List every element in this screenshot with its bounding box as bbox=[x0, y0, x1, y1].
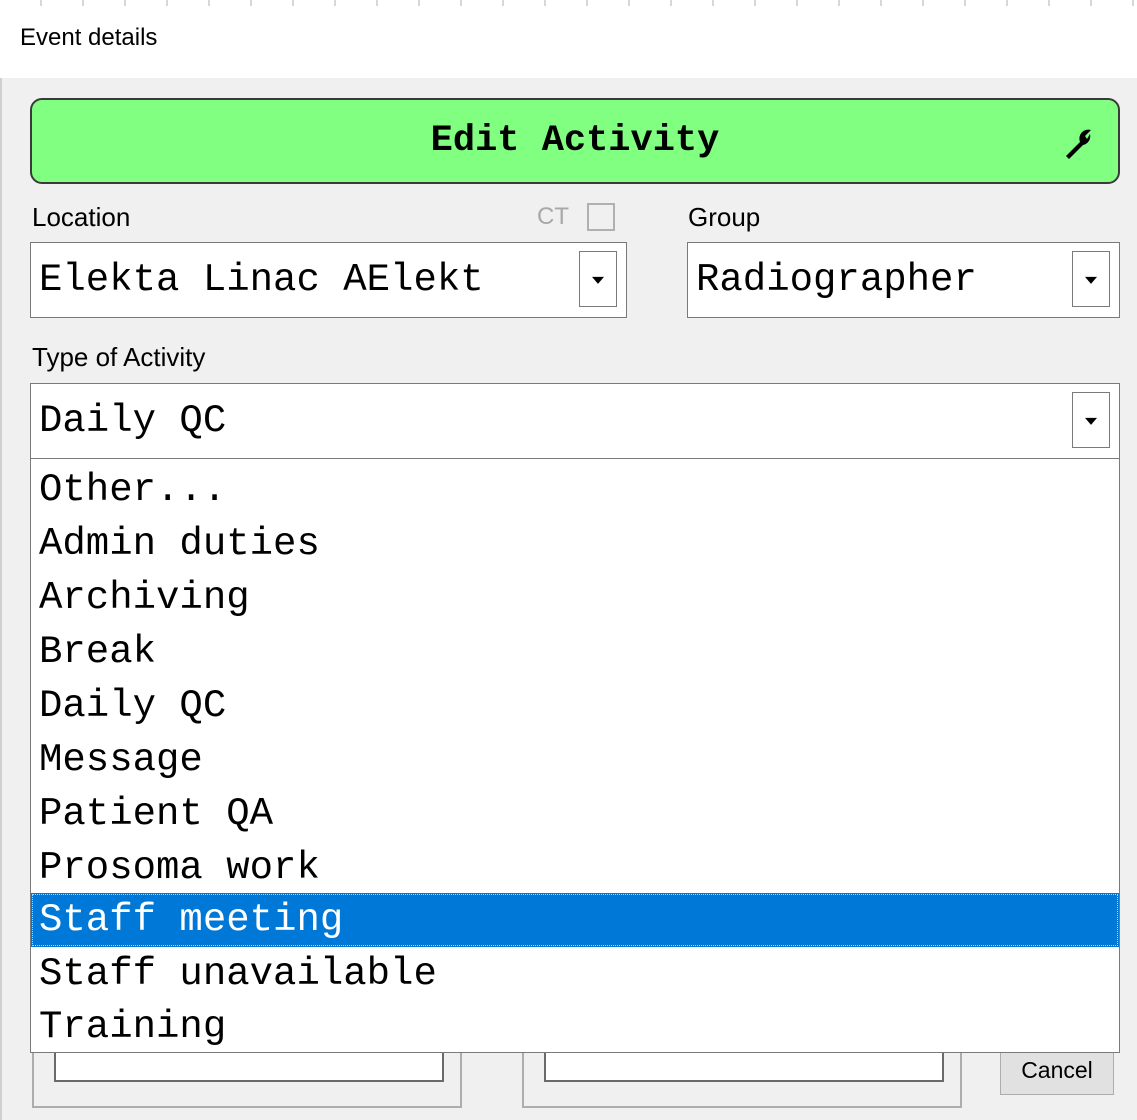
chevron-down-icon bbox=[592, 276, 604, 284]
start-date-field[interactable] bbox=[54, 1050, 444, 1082]
list-item[interactable]: Break bbox=[31, 625, 1119, 679]
wrench-icon[interactable] bbox=[1060, 124, 1096, 160]
ct-checkbox[interactable] bbox=[587, 203, 615, 231]
list-item[interactable]: Staff unavailable bbox=[31, 947, 1119, 1001]
activity-dropdown-list[interactable]: Other... Admin duties Archiving Break Da… bbox=[30, 458, 1120, 1053]
list-item[interactable]: Archiving bbox=[31, 571, 1119, 625]
title-bar: Event details bbox=[0, 0, 1137, 78]
chevron-down-icon bbox=[1085, 417, 1097, 425]
location-value: Elekta Linac AElekt bbox=[39, 258, 484, 302]
header-label: Edit Activity bbox=[430, 120, 720, 162]
background-ruler bbox=[0, 0, 1137, 6]
end-date-frame bbox=[522, 1050, 962, 1108]
start-date-frame bbox=[32, 1050, 462, 1108]
group-value: Radiographer bbox=[696, 258, 977, 302]
list-item-selected[interactable]: Staff meeting bbox=[31, 893, 1119, 947]
edit-activity-header: Edit Activity bbox=[30, 98, 1120, 184]
list-item[interactable]: Admin duties bbox=[31, 517, 1119, 571]
list-item[interactable]: Prosoma work bbox=[31, 841, 1119, 895]
group-label: Group bbox=[688, 202, 761, 232]
location-dropdown-button[interactable] bbox=[579, 251, 617, 307]
list-item[interactable]: Daily QC bbox=[31, 679, 1119, 733]
activity-type-combobox[interactable]: Daily QC bbox=[30, 383, 1120, 459]
list-item[interactable]: Message bbox=[31, 733, 1119, 787]
group-combobox[interactable]: Radiographer bbox=[687, 242, 1120, 318]
list-item[interactable]: Other... bbox=[31, 463, 1119, 517]
window-title: Event details bbox=[20, 24, 158, 51]
activity-type-value: Daily QC bbox=[39, 399, 227, 443]
location-combobox[interactable]: Elekta Linac AElekt bbox=[30, 242, 627, 318]
list-item[interactable]: Training bbox=[31, 1000, 1119, 1052]
window-border bbox=[0, 78, 2, 1120]
end-date-field[interactable] bbox=[544, 1050, 944, 1082]
ct-label: CT bbox=[537, 203, 569, 230]
activity-type-dropdown-button[interactable] bbox=[1072, 392, 1110, 448]
activity-type-label: Type of Activity bbox=[32, 342, 206, 372]
location-label: Location bbox=[32, 202, 131, 232]
list-item[interactable]: Patient QA bbox=[31, 787, 1119, 841]
group-dropdown-button[interactable] bbox=[1072, 251, 1110, 307]
chevron-down-icon bbox=[1085, 276, 1097, 284]
